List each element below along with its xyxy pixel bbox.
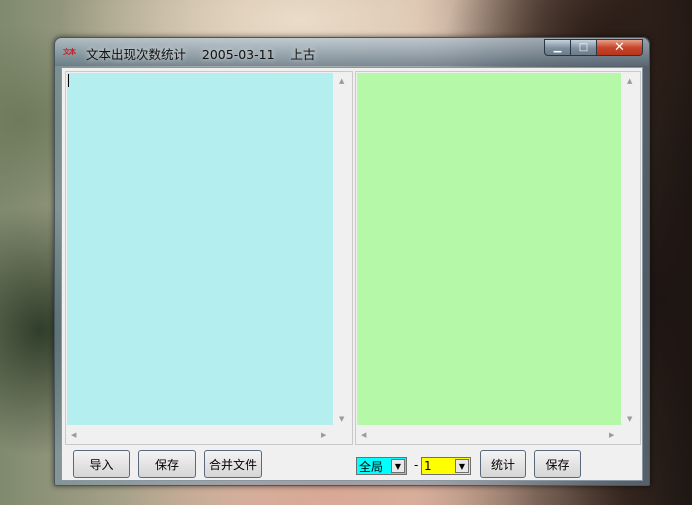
chevron-down-icon[interactable]: ▼ [455, 459, 469, 473]
caption-buttons: ▁ □ ✕ [544, 39, 643, 57]
range-separator: - [414, 458, 419, 472]
close-icon: ✕ [614, 40, 625, 55]
window-title: 文本出现次数统计 2005-03-11 上古 [86, 47, 316, 62]
result-textarea[interactable] [357, 73, 621, 425]
maximize-button[interactable]: □ [571, 39, 597, 56]
source-horizontal-scrollbar[interactable]: ◀ ▶ [67, 427, 333, 443]
scroll-left-icon[interactable]: ◀ [71, 431, 76, 439]
scope-select[interactable]: 全局 ▼ [356, 457, 407, 475]
minimize-button[interactable]: ▁ [544, 39, 571, 56]
scroll-left-icon[interactable]: ◀ [361, 431, 366, 439]
scroll-down-icon[interactable]: ▼ [627, 415, 632, 423]
app-window: 文本 文本出现次数统计 2005-03-11 上古 ▁ □ ✕ ▲ ▼ ◀ ▶ … [54, 37, 650, 486]
scroll-right-icon[interactable]: ▶ [609, 431, 614, 439]
save-right-button[interactable]: 保存 [534, 450, 581, 478]
scope-select-value: 全局 [359, 459, 384, 474]
number-select[interactable]: 1 ▼ [421, 457, 471, 475]
source-vertical-scrollbar[interactable]: ▲ ▼ [334, 73, 350, 425]
scroll-up-icon[interactable]: ▲ [339, 77, 344, 85]
save-left-button[interactable]: 保存 [138, 450, 196, 478]
minimize-icon: ▁ [553, 42, 562, 53]
scroll-up-icon[interactable]: ▲ [627, 77, 632, 85]
client-area: ▲ ▼ ◀ ▶ ▲ ▼ ◀ ▶ 导入 保存 合并文件 全局 ▼ - 1 ▼ 统计… [61, 67, 643, 481]
count-button[interactable]: 统计 [480, 450, 526, 478]
maximize-icon: □ [578, 42, 589, 53]
title-bar[interactable]: 文本 文本出现次数统计 2005-03-11 上古 ▁ □ ✕ [55, 38, 649, 66]
number-select-value: 1 [424, 459, 432, 473]
result-text-pane: ▲ ▼ ◀ ▶ [355, 71, 641, 445]
scroll-down-icon[interactable]: ▼ [339, 415, 344, 423]
import-button[interactable]: 导入 [73, 450, 130, 478]
text-caret [68, 74, 69, 87]
merge-files-button[interactable]: 合并文件 [204, 450, 262, 478]
scroll-right-icon[interactable]: ▶ [321, 431, 326, 439]
app-icon: 文本 [63, 48, 76, 56]
chevron-down-icon[interactable]: ▼ [391, 459, 405, 473]
result-horizontal-scrollbar[interactable]: ◀ ▶ [357, 427, 621, 443]
source-text-pane: ▲ ▼ ◀ ▶ [65, 71, 353, 445]
source-textarea[interactable] [67, 73, 333, 425]
close-button[interactable]: ✕ [597, 39, 643, 56]
result-vertical-scrollbar[interactable]: ▲ ▼ [622, 73, 638, 425]
